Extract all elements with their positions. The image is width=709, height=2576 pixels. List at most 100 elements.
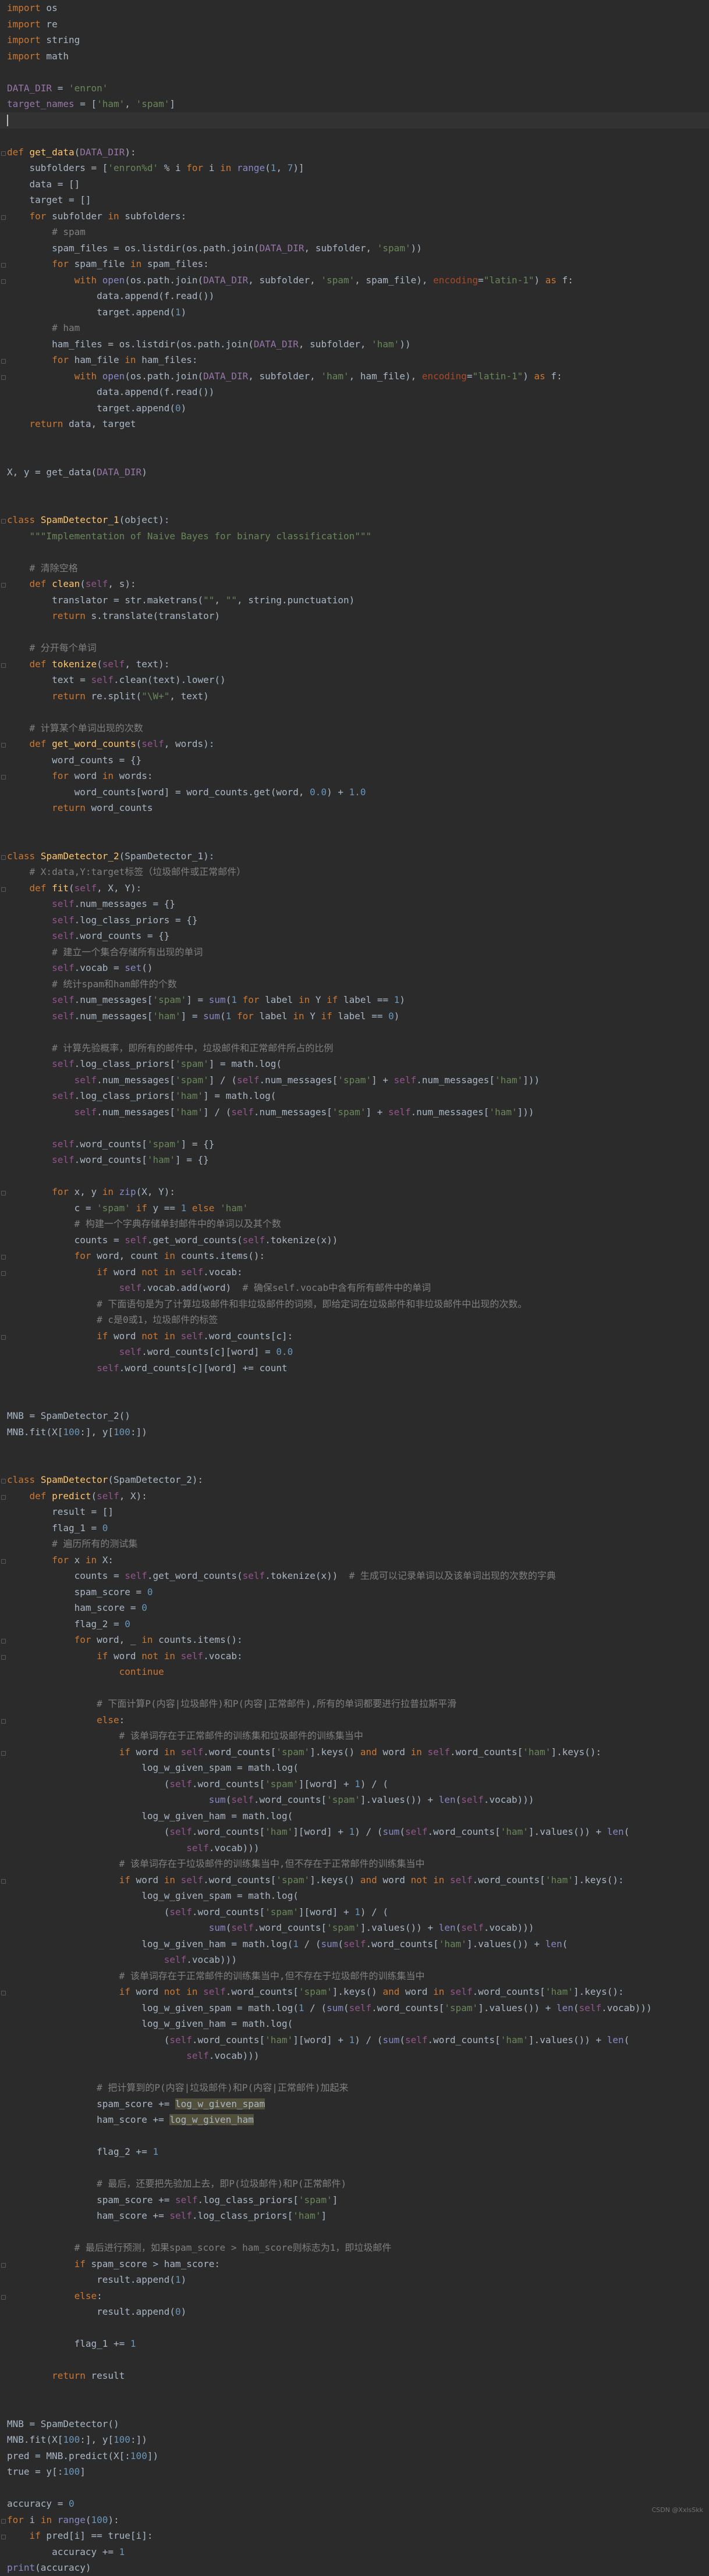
code-line[interactable]: for word, _ in counts.items(): bbox=[0, 1632, 709, 1648]
code-line[interactable] bbox=[0, 2384, 709, 2400]
fold-icon[interactable] bbox=[1, 1255, 6, 1259]
code-line[interactable]: if word in self.word_counts['spam'].keys… bbox=[0, 1872, 709, 1888]
code-line[interactable]: c = 'spam' if y == 1 else 'ham' bbox=[0, 1200, 709, 1216]
code-line[interactable]: result.append(0) bbox=[0, 2304, 709, 2320]
code-line[interactable]: class SpamDetector_1(object): bbox=[0, 512, 709, 528]
code-line[interactable]: import os bbox=[0, 0, 709, 16]
code-line[interactable]: self.word_counts[c][word] += count bbox=[0, 1360, 709, 1376]
code-line[interactable]: # 统计spam和ham邮件的个数 bbox=[0, 976, 709, 992]
code-line[interactable]: pred = MNB.predict(X[:100]) bbox=[0, 2448, 709, 2464]
code-line[interactable]: log_w_given_ham = math.log( bbox=[0, 2016, 709, 2032]
code-line[interactable]: with open(os.path.join(DATA_DIR, subfold… bbox=[0, 272, 709, 289]
code-line[interactable] bbox=[0, 1680, 709, 1696]
code-line[interactable]: word_counts[word] = word_counts.get(word… bbox=[0, 784, 709, 800]
code-line[interactable]: accuracy = 0 bbox=[0, 2496, 709, 2512]
code-line[interactable]: for x in X: bbox=[0, 1552, 709, 1568]
fold-icon[interactable] bbox=[1, 279, 6, 284]
code-line[interactable]: for ham_file in ham_files: bbox=[0, 352, 709, 368]
code-line[interactable]: sum(self.word_counts['spam'].values()) +… bbox=[0, 1920, 709, 1936]
code-line[interactable]: data = [] bbox=[0, 176, 709, 193]
fold-icon[interactable] bbox=[1, 215, 6, 220]
code-line[interactable]: self.vocab))) bbox=[0, 1952, 709, 1968]
code-line[interactable]: # ham bbox=[0, 320, 709, 336]
code-line[interactable]: # 建立一个集合存储所有出现的单词 bbox=[0, 944, 709, 960]
code-line[interactable]: MNB = SpamDetector_2() bbox=[0, 1408, 709, 1424]
code-line[interactable]: return result bbox=[0, 2368, 709, 2384]
code-line[interactable]: target.append(1) bbox=[0, 304, 709, 321]
code-line[interactable]: # 该单词存在于正常邮件的训练集和垃圾邮件的训练集当中 bbox=[0, 1728, 709, 1744]
code-line[interactable]: (self.word_counts['ham'][word] + 1) / (s… bbox=[0, 2032, 709, 2048]
code-line[interactable]: self.word_counts['ham'] = {} bbox=[0, 1152, 709, 1168]
fold-icon[interactable] bbox=[1, 2295, 6, 2300]
fold-icon[interactable] bbox=[1, 2519, 6, 2524]
code-line[interactable]: counts = self.get_word_counts(self.token… bbox=[0, 1568, 709, 1584]
code-line[interactable]: if word not in self.word_counts[c]: bbox=[0, 1328, 709, 1344]
code-line[interactable]: # 清除空格 bbox=[0, 560, 709, 577]
code-line[interactable]: spam_score += self.log_class_priors['spa… bbox=[0, 2192, 709, 2208]
code-line[interactable] bbox=[0, 1120, 709, 1136]
code-line[interactable]: if word not in self.vocab: bbox=[0, 1648, 709, 1664]
fold-icon[interactable] bbox=[1, 1991, 6, 1995]
code-line[interactable]: # 把计算到的P(内容|垃圾邮件)和P(内容|正常邮件)加起来 bbox=[0, 2080, 709, 2096]
code-line[interactable] bbox=[0, 2224, 709, 2240]
fold-icon[interactable] bbox=[1, 1191, 6, 1196]
code-line[interactable]: if spam_score > ham_score: bbox=[0, 2256, 709, 2272]
fold-icon[interactable] bbox=[1, 263, 6, 268]
code-editor[interactable]: import osimport reimport stringimport ma… bbox=[0, 0, 709, 2517]
code-line[interactable]: # 计算某个单词出现的次数 bbox=[0, 720, 709, 736]
code-line[interactable]: MNB = SpamDetector() bbox=[0, 2416, 709, 2432]
code-line[interactable]: def predict(self, X): bbox=[0, 1488, 709, 1504]
code-line[interactable]: import re bbox=[0, 16, 709, 33]
code-line[interactable]: self.word_counts[c][word] = 0.0 bbox=[0, 1344, 709, 1360]
code-line[interactable] bbox=[0, 496, 709, 513]
code-line[interactable] bbox=[0, 1168, 709, 1184]
code-line[interactable] bbox=[0, 2400, 709, 2416]
code-line[interactable]: ham_files = os.listdir(os.path.join(DATA… bbox=[0, 336, 709, 353]
code-line[interactable]: self.num_messages = {} bbox=[0, 896, 709, 912]
code-line[interactable]: # 该单词存在于正常邮件的训练集当中,但不存在于垃圾邮件的训练集当中 bbox=[0, 1968, 709, 1984]
code-line[interactable]: subfolders = ['enron%d' % i for i in ran… bbox=[0, 160, 709, 176]
fold-icon[interactable] bbox=[1, 663, 6, 668]
code-line[interactable]: ham_score = 0 bbox=[0, 1600, 709, 1616]
fold-icon[interactable] bbox=[1, 1655, 6, 1660]
code-line[interactable]: for word in words: bbox=[0, 768, 709, 784]
code-line[interactable]: if pred[i] == true[i]: bbox=[0, 2528, 709, 2544]
code-line[interactable]: spam_score = 0 bbox=[0, 1584, 709, 1600]
code-line[interactable]: with open(os.path.join(DATA_DIR, subfold… bbox=[0, 368, 709, 385]
code-line[interactable]: for subfolder in subfolders: bbox=[0, 208, 709, 225]
code-line[interactable]: spam_files = os.listdir(os.path.join(DAT… bbox=[0, 240, 709, 257]
code-line[interactable]: continue bbox=[0, 1664, 709, 1680]
code-line[interactable]: log_w_given_ham = math.log(1 / (sum(self… bbox=[0, 1936, 709, 1952]
code-line[interactable]: self.vocab.add(word) # 确保self.vocab中含有所有… bbox=[0, 1280, 709, 1296]
code-line[interactable]: result = [] bbox=[0, 1504, 709, 1520]
code-line[interactable]: self.num_messages['ham'] = sum(1 for lab… bbox=[0, 1008, 709, 1024]
code-line[interactable]: (self.word_counts['spam'][word] + 1) / ( bbox=[0, 1904, 709, 1920]
code-line[interactable] bbox=[0, 2320, 709, 2336]
code-line[interactable]: # 最后进行预测，如果spam_score > ham_score则标志为1，即… bbox=[0, 2240, 709, 2256]
code-line[interactable]: self.vocab))) bbox=[0, 2048, 709, 2064]
code-line[interactable]: class SpamDetector(SpamDetector_2): bbox=[0, 1472, 709, 1488]
code-line[interactable]: # 遍历所有的测试集 bbox=[0, 1536, 709, 1552]
code-line[interactable]: accuracy += 1 bbox=[0, 2544, 709, 2560]
fold-icon[interactable] bbox=[1, 887, 6, 892]
code-line[interactable]: MNB.fit(X[100:], y[100:]) bbox=[0, 1424, 709, 1440]
code-line[interactable]: flag_1 += 1 bbox=[0, 2336, 709, 2352]
code-line[interactable]: # 下面语句是为了计算垃圾邮件和非垃圾邮件的词频，即给定词在垃圾邮件和非垃圾邮件… bbox=[0, 1296, 709, 1312]
code-line[interactable]: self.word_counts['spam'] = {} bbox=[0, 1136, 709, 1152]
code-line[interactable]: def get_data(DATA_DIR): bbox=[0, 144, 709, 161]
code-line[interactable]: true = y[:100] bbox=[0, 2464, 709, 2480]
code-line[interactable]: import math bbox=[0, 48, 709, 65]
code-line[interactable]: self.vocab = set() bbox=[0, 960, 709, 976]
code-line[interactable]: translator = str.maketrans("", "", strin… bbox=[0, 592, 709, 609]
code-line[interactable]: self.num_messages['spam'] / (self.num_me… bbox=[0, 1072, 709, 1088]
fold-icon[interactable] bbox=[1, 1879, 6, 1884]
code-line[interactable]: log_w_given_spam = math.log(1 / (sum(sel… bbox=[0, 2000, 709, 2016]
code-line[interactable] bbox=[0, 544, 709, 560]
code-line[interactable] bbox=[0, 2160, 709, 2176]
fold-icon[interactable] bbox=[1, 775, 6, 780]
code-line[interactable]: self.vocab))) bbox=[0, 1840, 709, 1856]
code-line[interactable]: def fit(self, X, Y): bbox=[0, 880, 709, 896]
fold-icon[interactable] bbox=[1, 1751, 6, 1756]
fold-icon[interactable] bbox=[1, 1335, 6, 1340]
code-line[interactable]: data.append(f.read()) bbox=[0, 288, 709, 304]
